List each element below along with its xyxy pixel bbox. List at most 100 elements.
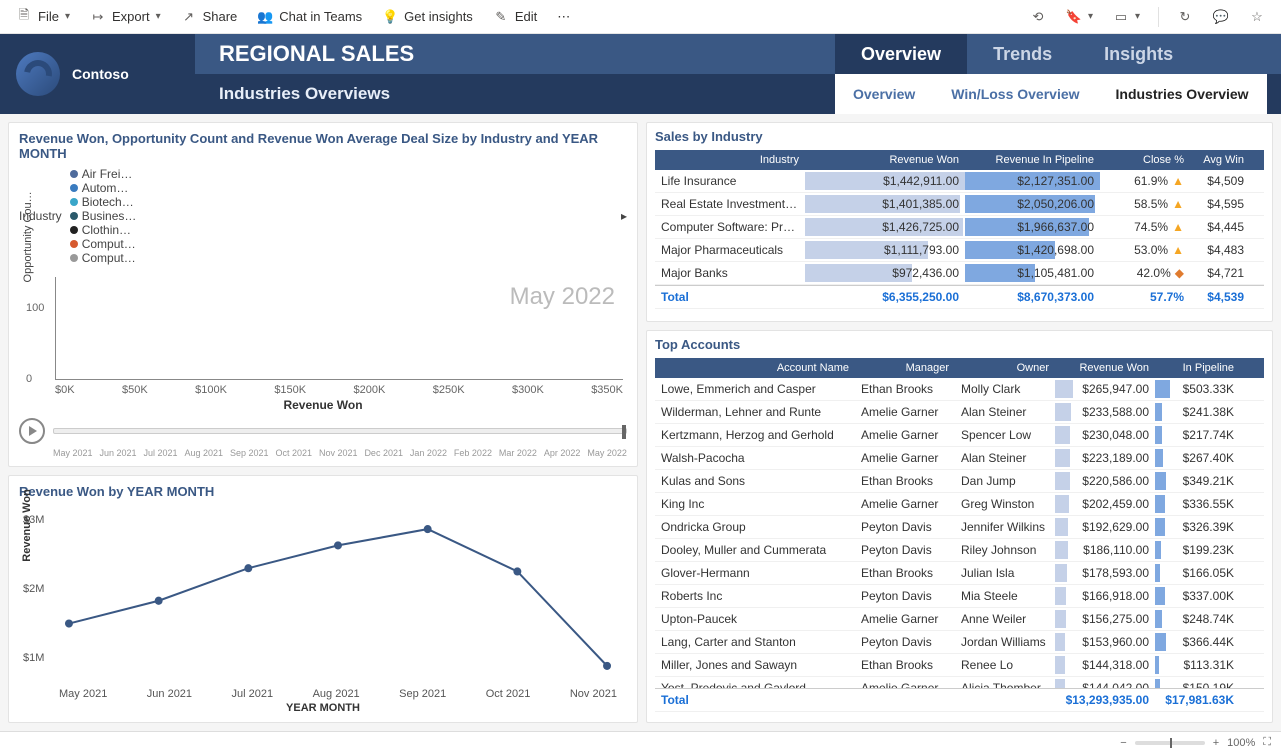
line-card[interactable]: Revenue Won by YEAR MONTH Revenue Won $3…	[8, 475, 638, 723]
bookmark-menu[interactable]: 🔖▾	[1058, 5, 1101, 29]
header-band: Contoso REGIONAL SALES OverviewTrendsIns…	[0, 34, 1281, 114]
table-row[interactable]: Yost, Predovic and GaylordAmelie GarnerA…	[655, 677, 1264, 688]
col-account-name[interactable]: Account Name	[655, 358, 855, 378]
fit-page-button[interactable]: ⛶	[1263, 736, 1271, 749]
file-menu[interactable]: 🗎 File ▾	[8, 5, 78, 29]
line-x-axis-label: YEAR MONTH	[19, 702, 627, 714]
brand-name: Contoso	[72, 66, 129, 82]
table-row[interactable]: Ondricka GroupPeyton DavisJennifer Wilki…	[655, 516, 1264, 539]
col-revenue-pipeline[interactable]: Revenue In Pipeline	[965, 150, 1100, 170]
scatter-legend: Industry Air Frei…Autom…Biotech…Busines……	[19, 167, 627, 265]
scatter-watermark: May 2022	[510, 283, 615, 311]
industry-header-row: Industry Revenue Won Revenue In Pipeline…	[655, 150, 1264, 170]
scatter-plot-area[interactable]: May 2022 Opportunity Cou… 100 0	[55, 277, 623, 380]
export-label: Export	[112, 9, 150, 24]
legend-item[interactable]: Autom…	[70, 181, 137, 195]
zoom-slider[interactable]	[1135, 741, 1205, 745]
refresh-button[interactable]: ↻	[1169, 5, 1201, 29]
line-y-tick: $2M	[23, 583, 44, 595]
table-row[interactable]: Roberts IncPeyton DavisMia Steele$166,91…	[655, 585, 1264, 608]
legend-item[interactable]: Air Frei…	[70, 167, 137, 181]
table-row[interactable]: Upton-PaucekAmelie GarnerAnne Weiler$156…	[655, 608, 1264, 631]
accounts-title: Top Accounts	[655, 337, 1264, 352]
table-row[interactable]: Real Estate Investment Trusts$1,401,385.…	[655, 193, 1264, 216]
bookmark-icon: 🔖	[1066, 9, 1082, 25]
slider-ticks: May 2021Jun 2021Jul 2021Aug 2021Sep 2021…	[53, 448, 627, 458]
table-row[interactable]: Lowe, Emmerich and CasperEthan BrooksMol…	[655, 378, 1264, 401]
comment-button[interactable]: 💬	[1205, 5, 1237, 29]
line-x-ticks: May 2021Jun 2021Jul 2021Aug 2021Sep 2021…	[59, 688, 617, 700]
legend-item[interactable]: Comput…	[70, 237, 137, 251]
zoom-out-button[interactable]: −	[1120, 737, 1126, 749]
report-title: REGIONAL SALES	[195, 41, 835, 67]
table-row[interactable]: Kertzmann, Herzog and GerholdAmelie Garn…	[655, 424, 1264, 447]
table-row[interactable]: Lang, Carter and StantonPeyton DavisJord…	[655, 631, 1264, 654]
col-close-pct[interactable]: Close %	[1100, 150, 1190, 170]
table-row[interactable]: Computer Software: Progra…$1,426,725.00$…	[655, 216, 1264, 239]
dashboard-body: Revenue Won, Opportunity Count and Reven…	[0, 114, 1281, 731]
col-owner[interactable]: Owner	[955, 358, 1055, 378]
subtab-win-loss-overview[interactable]: Win/Loss Overview	[933, 74, 1097, 114]
tab-insights[interactable]: Insights	[1078, 34, 1199, 74]
reset-button[interactable]: ⟲	[1022, 5, 1054, 29]
col-revenue-won[interactable]: Revenue Won	[1055, 358, 1155, 378]
export-icon: ↦	[90, 9, 106, 25]
edit-button[interactable]: ✎ Edit	[485, 5, 545, 29]
view-menu[interactable]: ▭▾	[1105, 5, 1148, 29]
accounts-card[interactable]: Top Accounts Account Name Manager Owner …	[646, 330, 1273, 723]
scatter-y-axis-label: Opportunity Cou…	[22, 191, 34, 282]
col-industry[interactable]: Industry	[655, 150, 805, 170]
report-subtitle: Industries Overviews	[195, 84, 835, 104]
subtab-overview[interactable]: Overview	[835, 74, 933, 114]
line-plot-area[interactable]: Revenue Won $3M $2M $1M	[59, 511, 617, 684]
col-manager[interactable]: Manager	[855, 358, 955, 378]
industry-body: Life Insurance$1,442,911.00$2,127,351.00…	[655, 170, 1264, 285]
zoom-value: 100%	[1227, 737, 1255, 749]
scatter-x-axis-label: Revenue Won	[19, 398, 627, 412]
industry-title: Sales by Industry	[655, 129, 1264, 144]
chat-teams-button[interactable]: 👥 Chat in Teams	[249, 5, 370, 29]
legend-item[interactable]: Busines…	[70, 209, 137, 223]
table-row[interactable]: Kulas and SonsEthan BrooksDan Jump$220,5…	[655, 470, 1264, 493]
industry-total-row: Total $6,355,250.00 $8,670,373.00 57.7% …	[655, 285, 1264, 309]
comment-icon: 💬	[1213, 9, 1229, 25]
share-label: Share	[203, 9, 238, 24]
table-row[interactable]: Walsh-PacochaAmelie GarnerAlan Steiner$2…	[655, 447, 1264, 470]
scatter-card[interactable]: Revenue Won, Opportunity Count and Reven…	[8, 122, 638, 467]
tab-overview[interactable]: Overview	[835, 34, 967, 74]
share-button[interactable]: ↗ Share	[173, 5, 246, 29]
table-row[interactable]: King IncAmelie GarnerGreg Winston$202,45…	[655, 493, 1264, 516]
top-toolbar: 🗎 File ▾ ↦ Export ▾ ↗ Share 👥 Chat in Te…	[0, 0, 1281, 34]
zoom-in-button[interactable]: +	[1213, 737, 1219, 749]
col-revenue-won[interactable]: Revenue Won	[805, 150, 965, 170]
industry-card[interactable]: Sales by Industry Industry Revenue Won R…	[646, 122, 1273, 322]
col-in-pipeline[interactable]: In Pipeline	[1155, 358, 1240, 378]
file-label: File	[38, 9, 59, 24]
bulb-icon: 💡	[382, 9, 398, 25]
scatter-y-tick: 100	[26, 302, 44, 314]
legend-scroll-right[interactable]: ▸	[621, 209, 627, 223]
line-y-tick: $1M	[23, 652, 44, 664]
table-row[interactable]: Glover-HermannEthan BrooksJulian Isla$17…	[655, 562, 1264, 585]
col-avg-win[interactable]: Avg Win	[1190, 150, 1250, 170]
export-menu[interactable]: ↦ Export ▾	[82, 5, 169, 29]
time-slider[interactable]	[53, 428, 627, 434]
table-row[interactable]: Dooley, Muller and CummerataPeyton Davis…	[655, 539, 1264, 562]
tab-trends[interactable]: Trends	[967, 34, 1078, 74]
favorite-button[interactable]: ☆	[1241, 5, 1273, 29]
subtab-industries-overview[interactable]: Industries Overview	[1098, 74, 1267, 114]
accounts-total-row: Total $13,293,935.00 $17,981.63K	[655, 688, 1264, 712]
table-row[interactable]: Miller, Jones and SawaynEthan BrooksRene…	[655, 654, 1264, 677]
legend-item[interactable]: Comput…	[70, 251, 137, 265]
legend-item[interactable]: Biotech…	[70, 195, 137, 209]
legend-item[interactable]: Clothin…	[70, 223, 137, 237]
more-menu[interactable]: ⋯	[549, 5, 578, 29]
play-button[interactable]	[19, 418, 45, 444]
get-insights-button[interactable]: 💡 Get insights	[374, 5, 481, 29]
accounts-header-row: Account Name Manager Owner Revenue Won I…	[655, 358, 1264, 378]
brand-logo	[16, 52, 60, 96]
table-row[interactable]: Life Insurance$1,442,911.00$2,127,351.00…	[655, 170, 1264, 193]
table-row[interactable]: Major Banks$972,436.00$1,105,481.0042.0%…	[655, 262, 1264, 285]
table-row[interactable]: Wilderman, Lehner and RunteAmelie Garner…	[655, 401, 1264, 424]
table-row[interactable]: Major Pharmaceuticals$1,111,793.00$1,420…	[655, 239, 1264, 262]
